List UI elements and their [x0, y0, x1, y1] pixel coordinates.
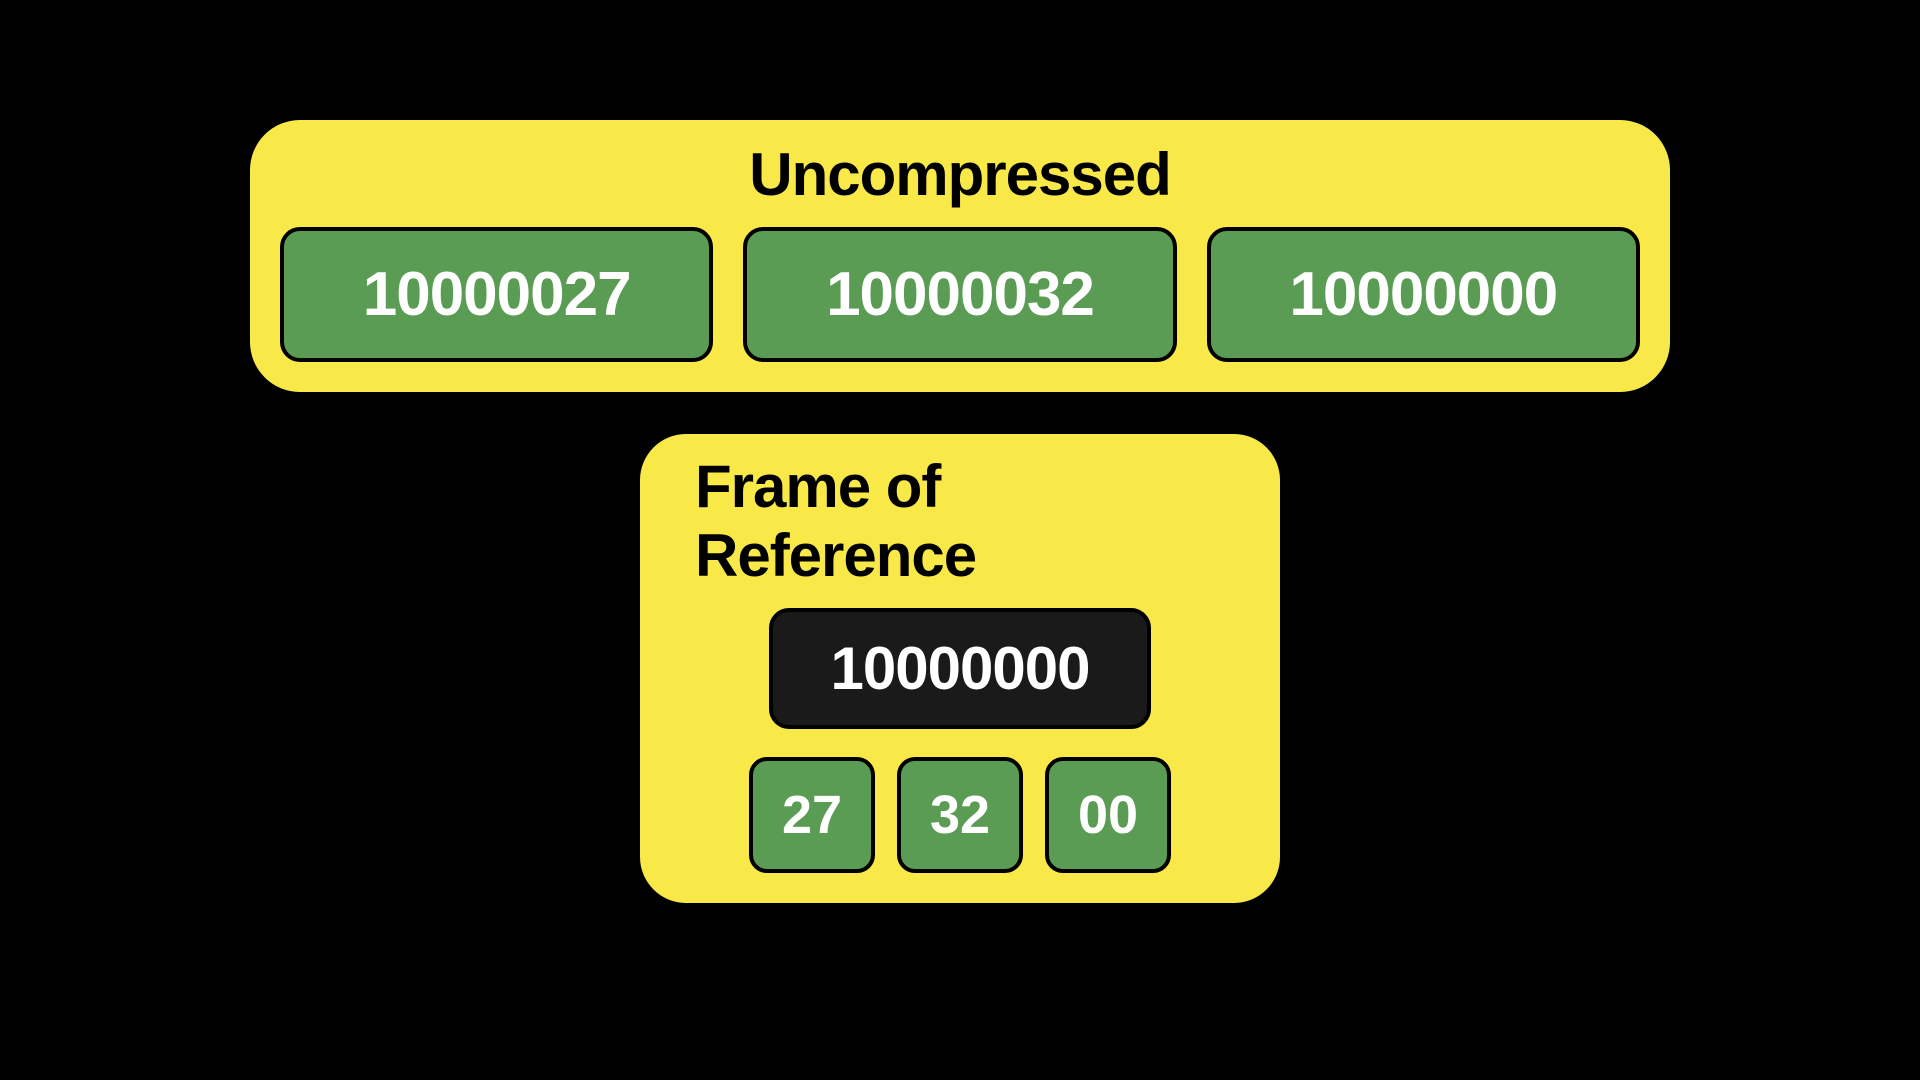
delta-value: 00: [1045, 757, 1171, 873]
reference-base-value: 10000000: [769, 608, 1152, 729]
uncompressed-value: 10000032: [743, 227, 1176, 362]
uncompressed-title: Uncompressed: [749, 140, 1170, 209]
uncompressed-values-row: 10000027 10000032 10000000: [280, 227, 1640, 362]
delta-value: 27: [749, 757, 875, 873]
uncompressed-value: 10000027: [280, 227, 713, 362]
uncompressed-panel: Uncompressed 10000027 10000032 10000000: [250, 120, 1670, 392]
frame-of-reference-title: Frame of Reference: [695, 452, 1225, 590]
delta-value: 32: [897, 757, 1023, 873]
uncompressed-value: 10000000: [1207, 227, 1640, 362]
deltas-row: 27 32 00: [749, 757, 1171, 873]
frame-of-reference-panel: Frame of Reference 10000000 27 32 00: [640, 434, 1280, 903]
